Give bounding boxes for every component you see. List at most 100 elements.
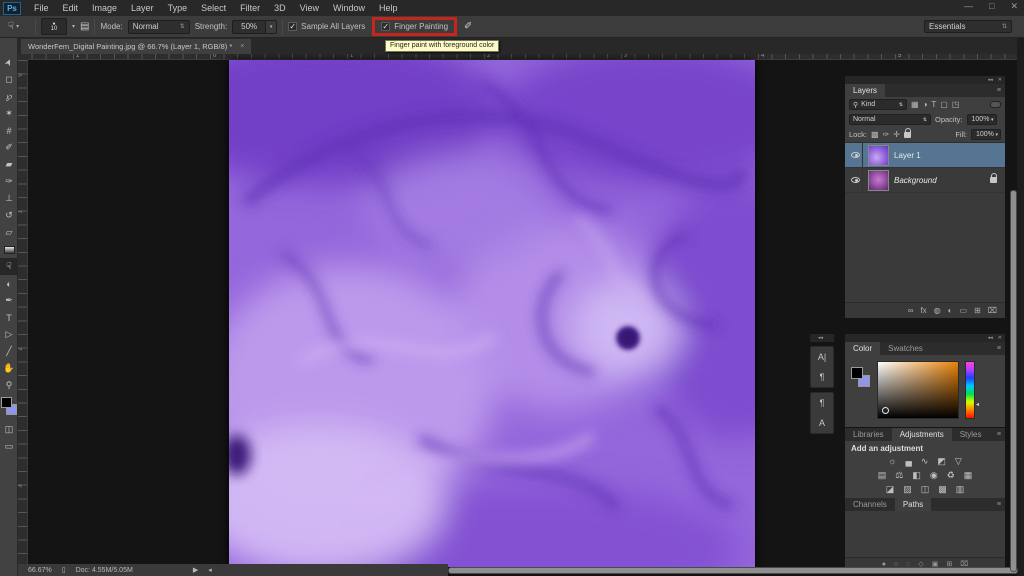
visibility-toggle[interactable]	[849, 168, 863, 192]
tool-crop[interactable]: #	[0, 122, 18, 139]
tool-clone-stamp[interactable]: ⊥	[0, 190, 18, 207]
chevron-down-icon[interactable]: ▾	[72, 23, 75, 30]
gradient-map-icon[interactable]: ▩	[938, 484, 947, 495]
vertical-scrollbar[interactable]	[1010, 190, 1017, 572]
paragraph-panel-icon[interactable]: ¶	[820, 372, 825, 382]
tool-magic-wand[interactable]: ✶	[0, 105, 18, 122]
paragraph-styles-panel-icon[interactable]: ¶	[820, 398, 825, 408]
hue-slider[interactable]	[965, 361, 975, 419]
adjustment-layer-icon[interactable]: ◐	[948, 306, 953, 315]
color-picker-ring[interactable]	[882, 407, 889, 414]
mode-dropdown[interactable]: Normal ⇅	[127, 19, 190, 34]
doc-size[interactable]: Doc: 4.55M/5.05M	[76, 567, 133, 574]
lock-all-icon[interactable]	[903, 127, 911, 138]
collapse-panel-icon[interactable]: ◂◂	[818, 335, 823, 341]
tool-eyedropper[interactable]: ✐	[0, 139, 18, 156]
lock-paint-icon[interactable]: ✑	[883, 130, 890, 139]
exposure-icon[interactable]: ◩	[937, 456, 946, 467]
fill-control[interactable]: 100% ▾	[971, 129, 1001, 140]
filter-adjustment-icon[interactable]: ◑	[923, 100, 928, 109]
tool-eraser[interactable]: ▱	[0, 224, 18, 241]
group-icon[interactable]: ▭	[960, 306, 968, 315]
close-panel-icon[interactable]: ✕	[998, 77, 1002, 83]
tool-hand[interactable]: ✋	[0, 360, 18, 377]
channel-mixer-icon[interactable]: ♻	[947, 470, 955, 481]
menu-edit[interactable]: Edit	[56, 0, 86, 16]
layer-thumbnail[interactable]	[868, 169, 889, 191]
canvas-image[interactable]	[159, 35, 819, 576]
screen-mode-button[interactable]: ▭	[0, 438, 18, 455]
vibrance-icon[interactable]: ▽	[955, 456, 962, 467]
tool-healing-brush[interactable]: ▰	[0, 156, 18, 173]
tab-paths[interactable]: Paths	[894, 498, 932, 511]
tab-channels[interactable]: Channels	[845, 498, 895, 511]
menu-image[interactable]: Image	[85, 0, 124, 16]
tool-gradient[interactable]	[0, 241, 18, 258]
delete-layer-icon[interactable]: ⌧	[988, 306, 997, 315]
character-styles-panel-icon[interactable]: A	[819, 418, 825, 428]
tab-color[interactable]: Color	[845, 342, 881, 355]
layer-mask-icon[interactable]: ◍	[934, 306, 941, 315]
levels-icon[interactable]: ▄	[905, 456, 911, 466]
toggle-brush-panel-icon[interactable]: ▤	[80, 21, 89, 32]
filter-shape-icon[interactable]: ▢	[940, 100, 948, 109]
photo-filter-icon[interactable]: ◉	[930, 470, 938, 481]
workspace-dropdown[interactable]: Essentials ⇅	[924, 20, 1012, 33]
menu-help[interactable]: Help	[372, 0, 405, 16]
tool-dodge[interactable]: ◐	[0, 275, 18, 292]
tab-adjustments[interactable]: Adjustments	[891, 428, 952, 441]
tool-path-selection[interactable]: ▷	[0, 326, 18, 343]
hue-slider-arrow[interactable]: ◂	[976, 401, 979, 408]
menu-type[interactable]: Type	[161, 0, 195, 16]
layer-style-icon[interactable]: fx	[920, 306, 926, 315]
tab-libraries[interactable]: Libraries	[845, 428, 892, 441]
posterize-icon[interactable]: ▨	[903, 484, 912, 495]
vertical-ruler[interactable]: 0 1 2 3	[18, 60, 28, 576]
menu-select[interactable]: Select	[194, 0, 233, 16]
maximize-button[interactable]: □	[989, 1, 994, 12]
selective-color-icon[interactable]: ▥	[956, 484, 965, 495]
quick-mask-button[interactable]: ◫	[0, 421, 18, 438]
layer-name[interactable]: Background	[894, 176, 937, 185]
minimize-button[interactable]: —	[964, 1, 973, 12]
lock-position-icon[interactable]: ✛	[893, 130, 900, 139]
strength-control[interactable]: 50% ▾	[232, 19, 278, 34]
curves-icon[interactable]: ∿	[921, 456, 929, 467]
layer-thumbnail[interactable]	[868, 144, 889, 166]
menu-filter[interactable]: Filter	[233, 0, 267, 16]
airbrush-icon[interactable]: ✐	[464, 21, 472, 32]
chevron-down-icon[interactable]: ▾	[266, 19, 278, 34]
kind-filter-dropdown[interactable]: ⚲ Kind ⇅	[849, 99, 907, 110]
filter-smart-object-icon[interactable]: ◳	[952, 100, 960, 109]
foreground-color-swatch[interactable]	[1, 397, 12, 408]
panel-menu-icon[interactable]: ≡	[997, 87, 1001, 94]
hue-saturation-icon[interactable]: ▤	[878, 470, 887, 481]
back-icon[interactable]: ◂	[208, 566, 212, 574]
tool-brush[interactable]: ✑	[0, 173, 18, 190]
tab-swatches[interactable]: Swatches	[880, 342, 931, 355]
link-layers-icon[interactable]: ∞	[908, 306, 914, 315]
menu-window[interactable]: Window	[326, 0, 372, 16]
close-button[interactable]: ✕	[1010, 1, 1018, 12]
sample-all-layers-checkbox[interactable]: ✓ Sample All Layers	[288, 22, 365, 31]
menu-file[interactable]: File	[27, 0, 56, 16]
foreground-color-swatch[interactable]	[851, 367, 863, 379]
tool-zoom[interactable]: ⚲	[0, 377, 18, 394]
invert-icon[interactable]: ◪	[886, 484, 895, 495]
layer-name[interactable]: Layer 1	[894, 151, 921, 160]
visibility-toggle[interactable]	[849, 143, 863, 167]
document-tab[interactable]: WonderFem_Digital Painting.jpg @ 66.7% (…	[20, 38, 253, 54]
tab-styles[interactable]: Styles	[952, 428, 990, 441]
tool-line[interactable]: ╱	[0, 343, 18, 360]
tool-lasso[interactable]: ℘	[0, 88, 18, 105]
collapse-panel-icon[interactable]: ◂◂	[988, 77, 993, 83]
blend-mode-dropdown[interactable]: Normal ⇅	[849, 114, 931, 125]
black-white-icon[interactable]: ◧	[912, 470, 921, 481]
saturation-picker[interactable]	[877, 361, 959, 419]
brightness-contrast-icon[interactable]: ☼	[888, 456, 896, 466]
filter-pixel-icon[interactable]: ▦	[911, 100, 919, 109]
close-tab-icon[interactable]: ×	[240, 43, 244, 50]
opacity-control[interactable]: 100% ▾	[966, 114, 997, 125]
finger-painting-checkbox[interactable]: ✓ Finger Painting	[381, 22, 448, 31]
zoom-level[interactable]: 66.67%	[28, 567, 52, 574]
